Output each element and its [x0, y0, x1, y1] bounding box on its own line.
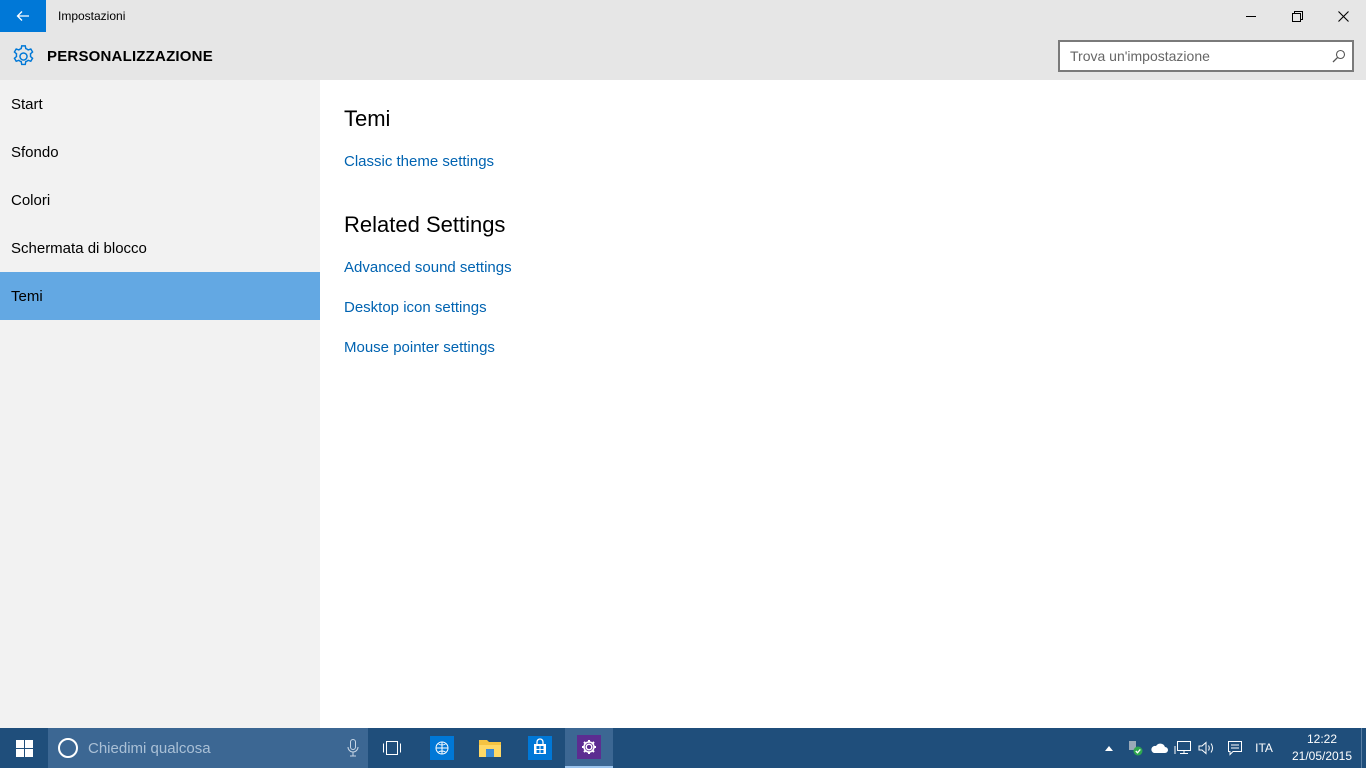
- tray-volume-button[interactable]: [1196, 728, 1218, 768]
- folder-icon: [479, 740, 501, 757]
- taskbar-store-button[interactable]: [516, 728, 564, 768]
- desktop-icon-settings-link[interactable]: Desktop icon settings: [344, 299, 487, 316]
- window-controls: [1228, 0, 1366, 32]
- tray-action-center-button[interactable]: [1224, 728, 1246, 768]
- gear-icon: [13, 45, 34, 66]
- action-center-icon: [1228, 741, 1242, 756]
- sidebar-item-colori[interactable]: Colori: [0, 176, 320, 224]
- settings-gear-icon: [577, 735, 601, 759]
- title-bar: Impostazioni: [0, 0, 1366, 32]
- speaker-icon: [1198, 741, 1213, 755]
- related-settings-heading: Related Settings: [344, 212, 506, 237]
- cloud-icon: [1151, 743, 1168, 753]
- clock-date: 21/05/2015: [1291, 749, 1353, 763]
- taskbar-browser-button[interactable]: [418, 728, 466, 768]
- microphone-icon[interactable]: [346, 739, 360, 757]
- window-title: Impostazioni: [58, 9, 126, 23]
- search-icon[interactable]: [1332, 49, 1346, 63]
- sidebar-item-temi[interactable]: Temi: [0, 272, 320, 320]
- task-view-button[interactable]: [368, 728, 416, 768]
- tray-security-button[interactable]: [1124, 728, 1146, 768]
- network-icon: [1174, 741, 1191, 754]
- chevron-up-icon: [1105, 746, 1113, 751]
- task-view-icon: [383, 741, 401, 755]
- restore-button[interactable]: [1274, 0, 1320, 32]
- settings-search-input[interactable]: [1060, 42, 1320, 70]
- taskbar: Chiedimi qualcosa ITA 12:22 21/05/2015: [0, 728, 1366, 768]
- taskbar-search-placeholder: Chiedimi qualcosa: [88, 740, 211, 757]
- settings-header: PERSONALIZZAZIONE: [0, 32, 1366, 80]
- sidebar-item-label: Start: [11, 95, 43, 113]
- sidebar-item-start[interactable]: Start: [0, 80, 320, 128]
- taskbar-search-box[interactable]: Chiedimi qualcosa: [48, 728, 368, 768]
- themes-heading: Temi: [344, 106, 391, 131]
- classic-theme-settings-link[interactable]: Classic theme settings: [344, 153, 494, 170]
- store-bag-icon: [528, 736, 552, 760]
- tray-network-button[interactable]: [1172, 728, 1194, 768]
- show-desktop-button[interactable]: [1361, 728, 1366, 768]
- close-icon: [1337, 10, 1349, 22]
- close-button[interactable]: [1320, 0, 1366, 32]
- sidebar-item-label: Colori: [11, 191, 51, 209]
- defender-shield-icon: [1129, 741, 1143, 756]
- main-content: Temi Classic theme settings Related Sett…: [320, 80, 1366, 728]
- back-button[interactable]: [0, 0, 46, 32]
- advanced-sound-settings-link[interactable]: Advanced sound settings: [344, 259, 512, 276]
- minimize-icon: [1245, 15, 1256, 17]
- tray-overflow-button[interactable]: [1100, 728, 1118, 768]
- taskbar-settings-button[interactable]: [565, 728, 613, 768]
- mouse-pointer-settings-link[interactable]: Mouse pointer settings: [344, 339, 495, 356]
- sidebar-item-label: Schermata di blocco: [11, 239, 147, 257]
- tray-onedrive-button[interactable]: [1148, 728, 1170, 768]
- sidebar-item-schermata-di-blocco[interactable]: Schermata di blocco: [0, 224, 320, 272]
- sidebar-nav: Start Sfondo Colori Schermata di blocco …: [0, 80, 320, 728]
- back-arrow-icon: [16, 11, 29, 21]
- clock-time: 12:22: [1306, 732, 1338, 746]
- tray-language-button[interactable]: ITA: [1250, 728, 1278, 768]
- section-title: PERSONALIZZAZIONE: [47, 48, 213, 65]
- sidebar-item-label: Temi: [11, 287, 43, 305]
- windows-logo-icon: [15, 739, 33, 757]
- restore-icon: [1291, 10, 1303, 22]
- globe-icon: [430, 736, 454, 760]
- sidebar-item-sfondo[interactable]: Sfondo: [0, 128, 320, 176]
- language-indicator: ITA: [1255, 741, 1273, 755]
- minimize-button[interactable]: [1228, 0, 1274, 32]
- sidebar-item-label: Sfondo: [11, 143, 59, 161]
- cortana-icon: [58, 738, 78, 758]
- taskbar-clock[interactable]: 12:22 21/05/2015: [1286, 731, 1358, 765]
- settings-search-box[interactable]: [1058, 40, 1354, 72]
- taskbar-file-explorer-button[interactable]: [466, 728, 514, 768]
- start-button[interactable]: [0, 728, 48, 768]
